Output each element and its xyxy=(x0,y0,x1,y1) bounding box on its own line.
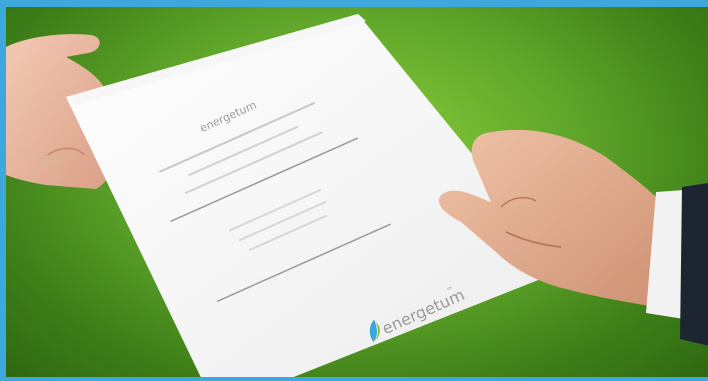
photo-scene: energetum energetum ™ xyxy=(6,14,708,377)
suit-sleeve xyxy=(680,182,708,346)
photo-frame: energetum energetum ™ xyxy=(0,0,708,381)
